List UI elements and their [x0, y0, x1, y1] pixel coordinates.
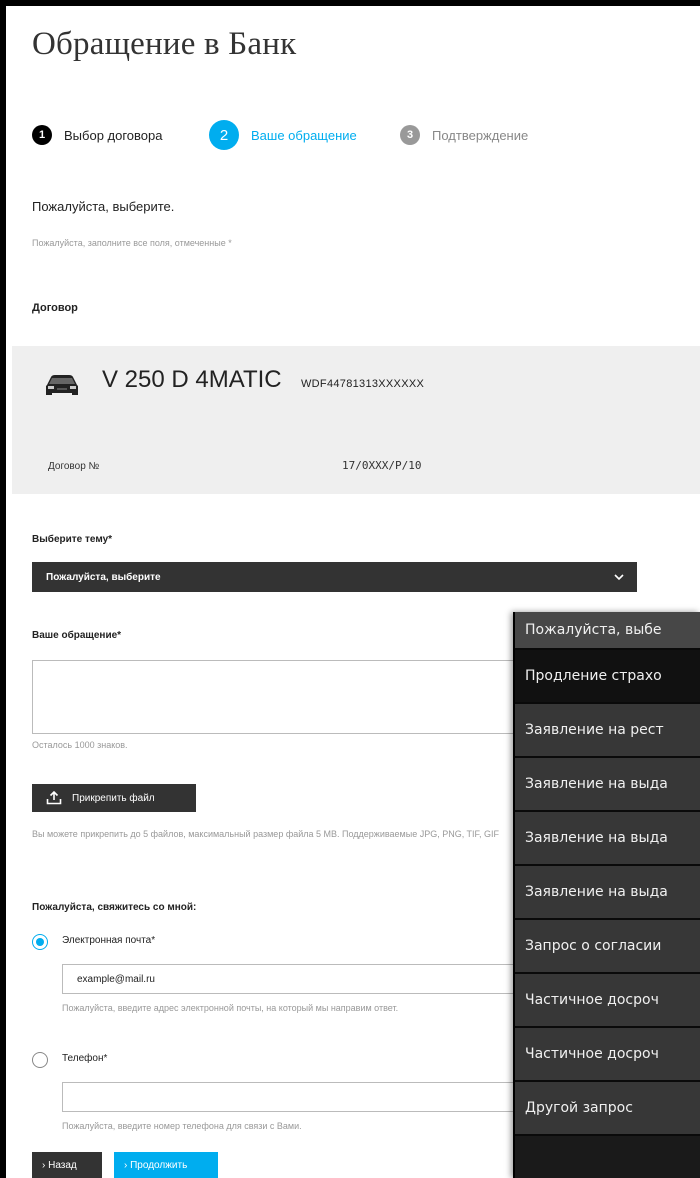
- contract-number-label: Договор №: [48, 461, 100, 472]
- contract-number-value: 17/0XXX/P/10: [342, 459, 422, 472]
- step-3-label: Подтверждение: [432, 127, 529, 143]
- dropdown-option[interactable]: Пожалуйста, выбе: [515, 612, 700, 650]
- car-model: V 250 D 4MATIC: [102, 366, 282, 393]
- email-field[interactable]: [62, 964, 527, 994]
- chars-left-counter: Осталось 1000 знаков.: [32, 740, 128, 750]
- contract-heading: Договор: [32, 302, 78, 314]
- dropdown-option[interactable]: Частичное досроч: [515, 1028, 700, 1082]
- message-label: Ваше обращение*: [32, 630, 122, 641]
- attach-note: Вы можете прикрепить до 5 файлов, максим…: [32, 829, 500, 839]
- step-2-number: 2: [209, 120, 239, 150]
- contact-heading: Пожалуйста, свяжитесь со мной:: [32, 902, 197, 913]
- upload-icon: [46, 791, 62, 805]
- step-1-number: 1: [32, 125, 52, 145]
- stepper: 1 Выбор договора 2 Ваше обращение 3 Подт…: [28, 120, 688, 150]
- chevron-down-icon: [614, 574, 624, 581]
- email-radio[interactable]: [32, 934, 48, 950]
- back-button[interactable]: › Назад: [32, 1152, 102, 1178]
- phone-field[interactable]: [62, 1082, 527, 1112]
- dropdown-option[interactable]: Заявление на рест: [515, 704, 700, 758]
- attach-file-label: Прикрепить файл: [72, 792, 155, 804]
- page-title: Обращение в Банк: [32, 26, 297, 62]
- phone-radio-label[interactable]: Телефон*: [62, 1053, 107, 1064]
- step-2: 2 Ваше обращение: [209, 120, 357, 150]
- dropdown-option[interactable]: Запрос о согласии: [515, 920, 700, 974]
- phone-hint: Пожалуйста, введите номер телефона для с…: [62, 1121, 302, 1131]
- dropdown-option[interactable]: Другой запрос: [515, 1082, 700, 1136]
- intro-text: Пожалуйста, выберите.: [32, 199, 175, 214]
- topic-dropdown-list: Пожалуйста, выбе Продление страхо Заявле…: [513, 612, 700, 1178]
- step-3: 3 Подтверждение: [400, 125, 528, 145]
- topic-select[interactable]: Пожалуйста, выберите: [32, 562, 637, 592]
- required-fields-note: Пожалуйста, заполните все поля, отмеченн…: [32, 238, 232, 248]
- dropdown-option[interactable]: Продление страхо: [515, 650, 700, 704]
- message-textarea[interactable]: [32, 660, 532, 734]
- email-radio-label[interactable]: Электронная почта*: [62, 935, 155, 946]
- continue-button[interactable]: › Продолжить: [114, 1152, 218, 1178]
- email-hint: Пожалуйста, введите адрес электронной по…: [62, 1003, 399, 1013]
- dropdown-option[interactable]: Заявление на выда: [515, 758, 700, 812]
- step-2-label: Ваше обращение: [251, 127, 357, 143]
- dropdown-option[interactable]: Частичное досроч: [515, 974, 700, 1028]
- step-3-number: 3: [400, 125, 420, 145]
- topic-label: Выберите тему*: [32, 534, 113, 545]
- car-vin: WDF44781313XXXXXX: [301, 378, 425, 390]
- attach-file-button[interactable]: Прикрепить файл: [32, 784, 196, 812]
- topic-select-value: Пожалуйста, выберите: [46, 571, 161, 583]
- step-1[interactable]: 1 Выбор договора: [32, 125, 162, 145]
- dropdown-option[interactable]: Заявление на выда: [515, 866, 700, 920]
- phone-radio[interactable]: [32, 1052, 48, 1068]
- step-1-label: Выбор договора: [64, 127, 163, 143]
- car-icon: [46, 375, 78, 395]
- dropdown-option[interactable]: Заявление на выда: [515, 812, 700, 866]
